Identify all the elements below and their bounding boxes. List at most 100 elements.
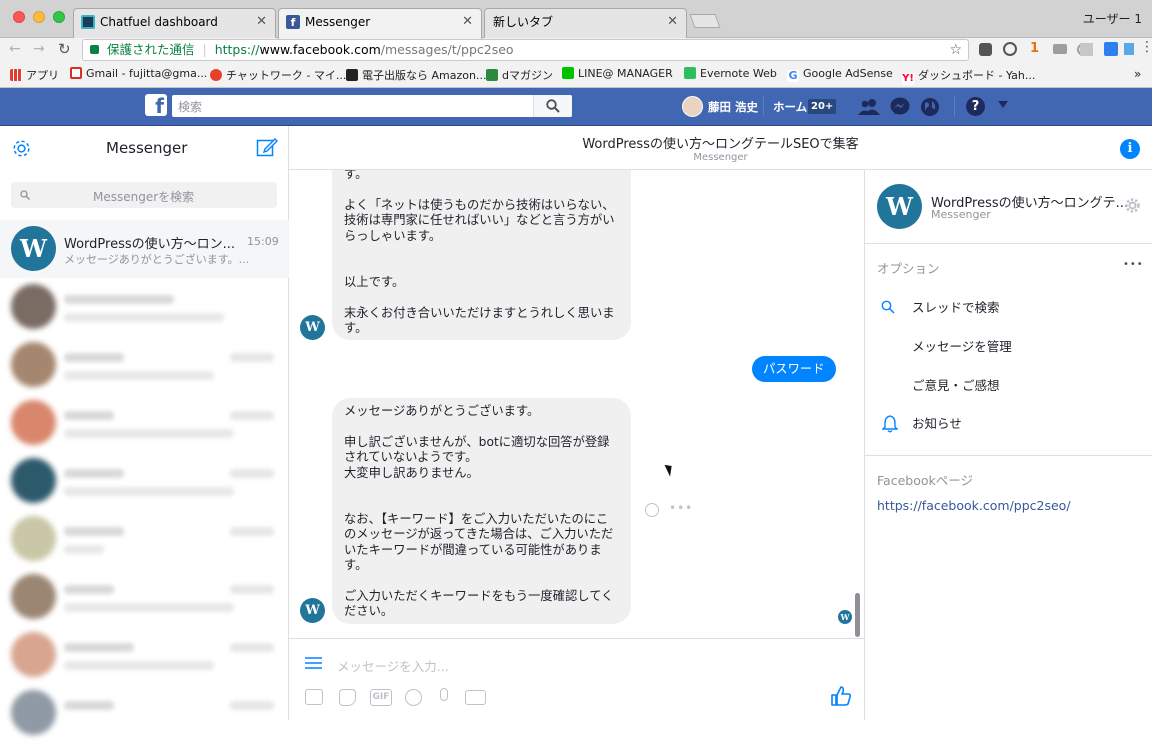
url-host: www.facebook.com	[259, 42, 381, 57]
profile-user-label[interactable]: ユーザー 1	[1083, 10, 1142, 27]
message-thread: す。 よく「ネットは使うものだから技術はいらない、 技術は専門家に任せればいい」…	[289, 170, 864, 638]
window-zoom-button[interactable]	[53, 11, 65, 23]
conversation-item[interactable]	[0, 626, 289, 684]
sticker-icon[interactable]	[339, 689, 356, 706]
lock-icon	[90, 45, 99, 54]
facebook-page-link[interactable]: https://facebook.com/ppc2seo/	[877, 498, 1071, 513]
messenger-sidebar: Messenger Messengerを検索 W WordPressの使い方〜ロ…	[0, 126, 289, 735]
video-extension-icon[interactable]	[1053, 44, 1067, 54]
twitter-extension-icon[interactable]	[1124, 43, 1134, 55]
bookmark-evernote[interactable]: Evernote Web	[684, 67, 777, 80]
tab-chatfuel[interactable]: Chatfuel dashboard ✕	[73, 8, 276, 38]
tab-title: Messenger	[305, 15, 371, 29]
tab-close-icon[interactable]: ✕	[462, 9, 473, 35]
fb-search-input[interactable]: 検索	[172, 95, 572, 117]
browser-menu-icon[interactable]: ⋮	[1140, 39, 1152, 55]
url-scheme: https://	[214, 42, 260, 57]
info-extension-icon[interactable]	[1003, 42, 1017, 56]
globe-notifications-icon[interactable]	[920, 97, 940, 117]
option-notifications[interactable]: お知らせ	[865, 410, 1152, 434]
bookmark-star-icon[interactable]: ☆	[949, 40, 962, 60]
incoming-message-bubble: メッセージありがとうございます。 申し訳ございませんが、botに適切な回答が登録…	[332, 398, 631, 624]
gif-button[interactable]: GIF	[370, 689, 392, 706]
back-icon[interactable]: ←	[9, 41, 21, 57]
forward-icon[interactable]: →	[33, 41, 45, 57]
photo-icon[interactable]	[305, 689, 323, 705]
conversation-item[interactable]	[0, 452, 289, 510]
conversation-item[interactable]	[0, 336, 289, 394]
messenger-icon[interactable]	[890, 97, 911, 117]
account-menu-chevron-down-icon[interactable]	[998, 101, 1008, 108]
facebook-page-heading: Facebookページ	[877, 473, 973, 488]
incoming-message-bubble: す。 よく「ネットは使うものだから技術はいらない、 技術は専門家に任せればいい」…	[332, 170, 631, 340]
conversation-info-icon[interactable]: i	[1120, 139, 1140, 159]
hamburger-menu-icon[interactable]	[305, 656, 323, 670]
extension-one-icon[interactable]: 1	[1030, 41, 1039, 56]
options-more-icon[interactable]: •••	[1123, 259, 1144, 270]
bookmark-gmail[interactable]: Gmail - fujitta@gma...	[70, 67, 207, 80]
bookmark-chatwork[interactable]: チャットワーク - マイ...	[210, 67, 346, 83]
home-notification-badge: 20+	[808, 99, 837, 114]
message-more-icon[interactable]: •••	[669, 501, 693, 515]
amazon-icon	[346, 69, 358, 81]
yahoo-icon: Y!	[902, 73, 914, 85]
gray-extension-icon[interactable]	[1080, 43, 1093, 56]
fb-search-button[interactable]	[533, 95, 572, 117]
google-icon: G	[787, 69, 799, 82]
seen-receipt-avatar-icon: W	[838, 610, 852, 624]
user-avatar[interactable]	[682, 96, 703, 117]
gear-icon[interactable]	[1125, 198, 1140, 213]
bookmark-amazon[interactable]: 電子出版なら Amazon...	[346, 67, 486, 83]
conversation-name: WordPressの使い方〜ロン...	[64, 237, 236, 252]
camera-icon[interactable]	[465, 690, 486, 705]
react-emoji-icon[interactable]	[645, 503, 659, 517]
home-link[interactable]: ホーム	[773, 99, 807, 115]
window-minimize-button[interactable]	[33, 11, 45, 23]
tab-close-icon[interactable]: ✕	[667, 9, 678, 35]
message-input[interactable]: メッセージを入力...	[337, 656, 449, 675]
evernote-extension-icon[interactable]	[979, 43, 992, 56]
url-bar[interactable]: 保護された通信 | https://www.facebook.com/messa…	[82, 39, 969, 61]
bookmarks-overflow-icon[interactable]: »	[1134, 67, 1141, 81]
microphone-icon[interactable]	[440, 688, 448, 701]
conversation-item[interactable]	[0, 510, 289, 568]
bookmark-dmagazine[interactable]: dマガジン	[486, 67, 553, 83]
bookmark-apps[interactable]: アプリ	[10, 67, 59, 83]
emoji-icon[interactable]	[405, 689, 422, 706]
outgoing-message-bubble: パスワード	[752, 356, 836, 382]
option-manage-messages[interactable]: メッセージを管理	[865, 333, 1152, 355]
window-close-button[interactable]	[13, 11, 25, 23]
new-tab-button[interactable]	[689, 14, 721, 28]
conversation-snippet: メッセージありがとうございます。...	[64, 253, 250, 266]
bookmark-adsense[interactable]: G Google AdSense	[787, 67, 893, 82]
messenger-search-input[interactable]: Messengerを検索	[11, 182, 277, 208]
reload-icon[interactable]: ↻	[58, 40, 71, 58]
conversation-item[interactable]	[0, 684, 289, 742]
conversation-item[interactable]	[0, 568, 289, 626]
conversation-info-panel: W WordPressの使い方〜ロングテ... Messenger オプション …	[864, 170, 1152, 720]
thread-scrollbar[interactable]	[855, 593, 860, 637]
browser-tab-strip: Chatfuel dashboard ✕ f Messenger ✕ 新しいタブ…	[0, 0, 1152, 39]
conversation-item-active[interactable]: W WordPressの使い方〜ロン... 15:09 メッセージありがとうござ…	[0, 220, 289, 278]
tab-title: Chatfuel dashboard	[100, 15, 218, 29]
conversation-time: 15:09	[247, 235, 279, 248]
secure-label: 保護された通信	[107, 42, 195, 57]
compose-new-message-icon[interactable]	[256, 136, 278, 158]
bookmark-yahoo[interactable]: Y! ダッシュボード - Yah...	[902, 67, 1035, 85]
b-extension-icon[interactable]	[1104, 42, 1118, 56]
facebook-logo-icon[interactable]: f	[145, 94, 167, 116]
user-name-link[interactable]: 藤田 浩史	[708, 99, 758, 115]
option-search-in-thread[interactable]: スレッドで検索	[865, 294, 1152, 316]
conversation-header: WordPressの使い方〜ロングテールSEOで集客 Messenger i	[289, 126, 1152, 170]
conversation-item[interactable]	[0, 278, 289, 336]
conversation-item[interactable]	[0, 394, 289, 452]
friend-requests-icon[interactable]	[858, 98, 880, 116]
settings-gear-icon[interactable]	[11, 138, 32, 159]
help-icon[interactable]: ?	[966, 97, 985, 116]
bookmark-line-manager[interactable]: LINE@ MANAGER	[562, 67, 673, 80]
tab-messenger[interactable]: f Messenger ✕	[278, 8, 482, 39]
tab-close-icon[interactable]: ✕	[256, 9, 267, 35]
thumbs-up-like-icon[interactable]	[831, 686, 851, 706]
tab-new[interactable]: 新しいタブ ✕	[484, 8, 687, 38]
option-feedback[interactable]: ご意見・ご感想	[865, 372, 1152, 394]
